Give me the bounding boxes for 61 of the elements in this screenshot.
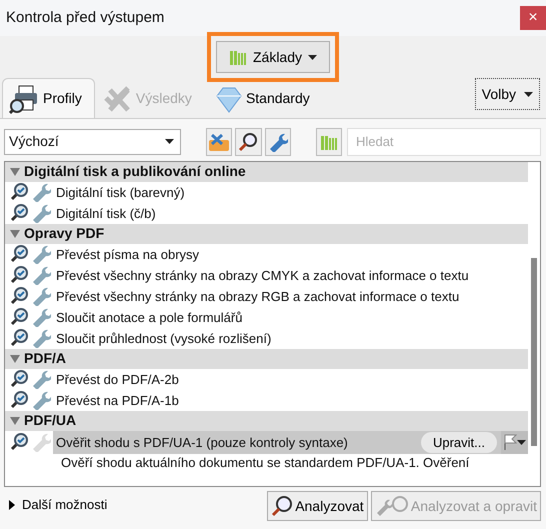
view-dropdown-button[interactable]: Základy: [216, 41, 330, 73]
magnifier-check-icon: [9, 432, 29, 452]
magnifier-check-icon: [9, 265, 29, 286]
bar-chart-icon: [320, 134, 338, 150]
profile-name[interactable]: Digitální tisk (č/b): [53, 204, 528, 224]
flag-icon: [503, 434, 517, 450]
group-heading: PDF/A: [24, 349, 66, 368]
magnifier-check-icon: [9, 390, 29, 410]
fix-filter-button[interactable]: [264, 128, 291, 156]
more-options-toggle[interactable]: Další možnosti: [4, 491, 114, 516]
magnifier-check-icon: [9, 328, 29, 348]
profile-name: Ověřit shodu s PDF/UA-1 (pouze kontroly syntaxe): [56, 434, 349, 452]
profile-select[interactable]: Výchozí: [4, 128, 182, 155]
expanded-triangle-icon[interactable]: [10, 166, 20, 177]
magnifier-check-icon: [9, 307, 29, 328]
analyze-filter-button[interactable]: [235, 128, 262, 156]
caret-icon: [517, 440, 526, 445]
search-icon: [271, 495, 294, 518]
group-heading: PDF/UA: [24, 411, 76, 430]
wrench-magnifier-icon: [374, 495, 409, 518]
search-field[interactable]: Hledat: [346, 128, 541, 156]
chart-button[interactable]: [316, 128, 342, 156]
edit-profiles-button[interactable]: [206, 128, 232, 156]
wrench-icon: [268, 132, 288, 152]
toolbox-icon: [208, 132, 230, 152]
expanded-triangle-icon[interactable]: [10, 354, 20, 364]
edit-button[interactable]: Upravit...: [420, 432, 497, 454]
options-dropdown-button[interactable]: Volby: [474, 78, 540, 110]
magnifier-check-icon: [9, 286, 29, 306]
caret-icon: [524, 92, 533, 96]
caret-icon: [308, 54, 318, 60]
profile-name[interactable]: Převést všechny stránky na obrazy RGB a zachovat informace o textu: [53, 286, 528, 306]
flag-dropdown-button[interactable]: [501, 430, 528, 454]
tab[interactable]: Profily: [2, 78, 95, 118]
group-heading: Opravy PDF: [24, 224, 104, 244]
profile-name[interactable]: Převést všechny stránky na obrazy CMYK a zachovat informace o textu: [53, 266, 528, 286]
profile-name[interactable]: Převést písma na obrysy: [53, 244, 528, 264]
expanded-triangle-icon[interactable]: [10, 416, 20, 426]
tab[interactable]: Standardy: [204, 78, 323, 118]
printer-icon: [9, 84, 39, 114]
profile-name[interactable]: Sloučit anotace a pole formulářů: [53, 308, 528, 328]
expanded-triangle-icon[interactable]: [10, 228, 20, 239]
caret-icon: [165, 139, 174, 144]
window-title: Kontrola před výstupem: [6, 8, 164, 28]
bar-chart-icon: [228, 49, 247, 65]
profile-name[interactable]: Převést do PDF/A-2b: [53, 370, 528, 390]
profile-name[interactable]: Převést na PDF/A-1b: [53, 390, 528, 410]
profile-name[interactable]: Sloučit průhlednost (vysoké rozlišení): [53, 328, 528, 348]
profile-name[interactable]: Digitální tisk (barevný): [53, 182, 528, 202]
profile-description: Ověří shodu aktuálního dokumentu se standardem PDF/UA-1. Ověření: [60, 454, 470, 472]
selected-row-highlight[interactable]: Ověřit shodu s PDF/UA-1 (pouze kontroly syntaxe) Upravit...: [53, 430, 528, 454]
magnifier-check-icon: [9, 369, 29, 390]
magnifier-check-icon: [9, 182, 29, 202]
close-button[interactable]: ×: [520, 6, 546, 30]
magnifier-check-icon: [9, 203, 29, 224]
magnifier-check-icon: [9, 244, 29, 264]
search-icon: [238, 132, 258, 152]
cross-icon: [102, 84, 132, 114]
collapsed-triangle-icon: [8, 500, 16, 510]
group-heading: Digitální tisk a publikování online: [24, 162, 246, 182]
analyze-button[interactable]: Analyzovat: [267, 491, 368, 522]
